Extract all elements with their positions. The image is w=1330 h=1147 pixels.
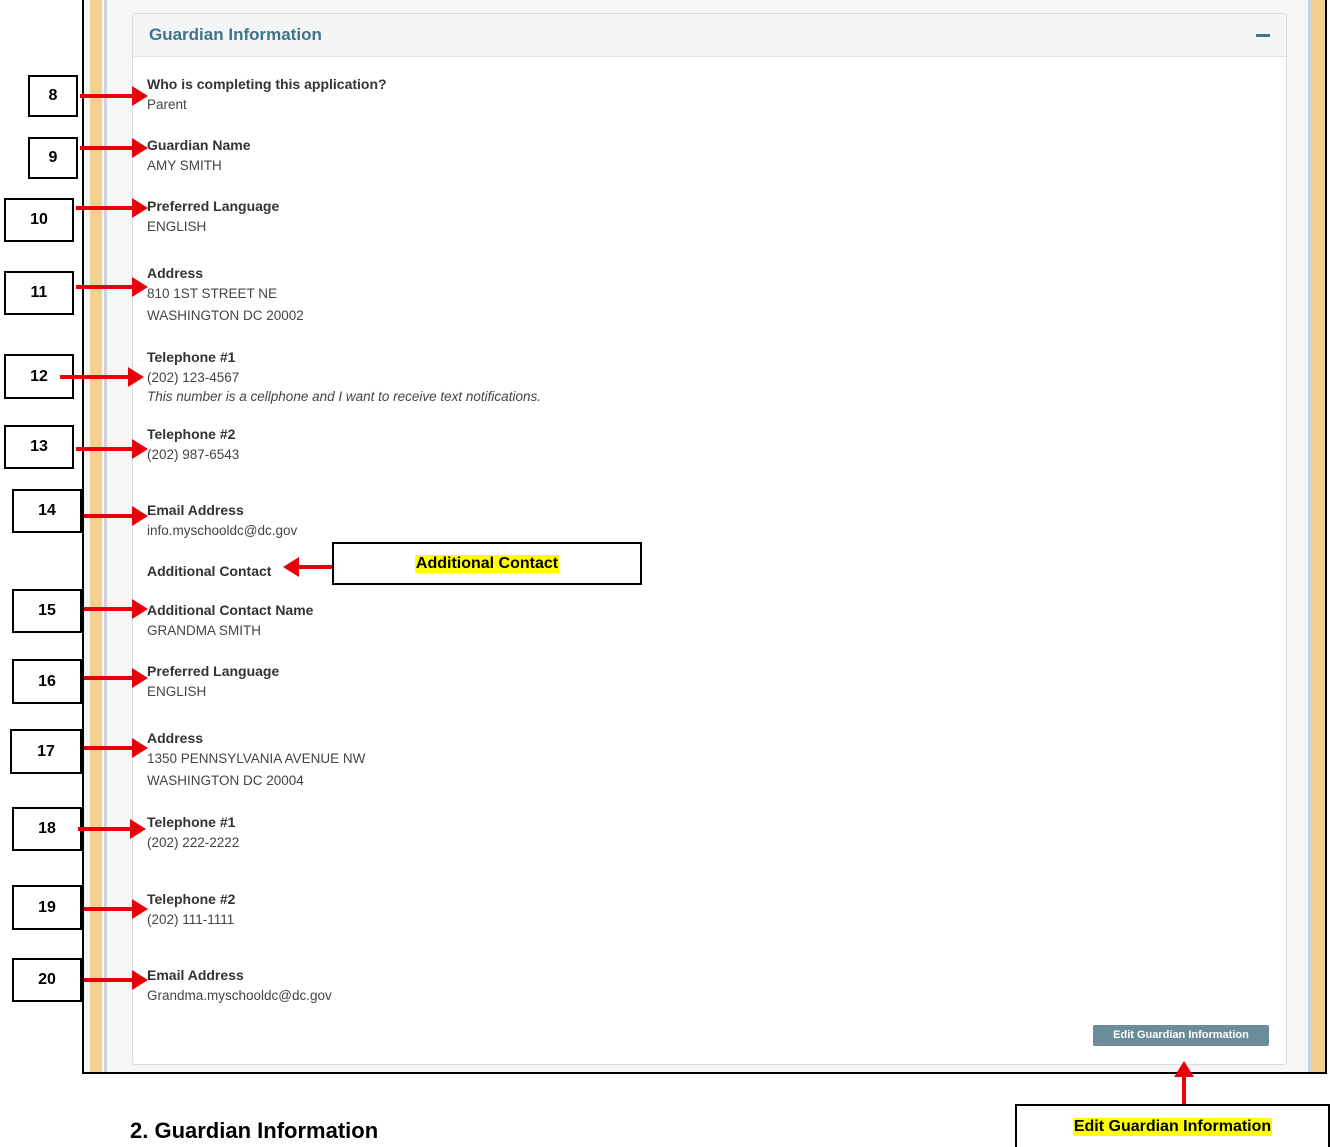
red-arrow-icon [80, 138, 148, 158]
callout-number: 19 [12, 885, 82, 930]
callout-number: 13 [4, 425, 74, 469]
callout-number: 11 [4, 271, 74, 315]
panel-header[interactable]: Guardian Information [133, 14, 1286, 57]
callout-number: 17 [10, 729, 82, 774]
text-notification-note: This number is a cellphone and I want to… [147, 389, 541, 404]
red-arrow-up-icon [1174, 1061, 1194, 1105]
field-value: 1350 PENNSYLVANIA AVENUE NW [147, 751, 366, 766]
field-guardian-name: Guardian Name AMY SMITH [147, 135, 250, 177]
callout-number: 18 [12, 807, 82, 851]
field-telephone-1-additional: Telephone #1 (202) 222-2222 [147, 812, 239, 854]
red-arrow-icon [84, 738, 148, 758]
callout-number: 14 [12, 489, 82, 533]
red-arrow-icon [76, 439, 148, 459]
red-arrow-icon [80, 86, 148, 106]
field-completing-person: Who is completing this application? Pare… [147, 74, 387, 116]
field-preferred-language-2: Preferred Language ENGLISH [147, 661, 279, 703]
red-arrow-icon [76, 277, 148, 297]
field-value: (202) 222-2222 [147, 835, 240, 850]
red-arrow-icon [84, 899, 148, 919]
minus-icon[interactable] [1256, 27, 1270, 43]
field-label: Telephone #2 [147, 426, 236, 442]
field-value: (202) 111-1111 [147, 912, 235, 927]
field-preferred-language: Preferred Language ENGLISH [147, 196, 279, 238]
field-value: WASHINGTON DC 20002 [147, 308, 304, 323]
field-email: Email Address info.myschooldc@dc.gov [147, 500, 297, 542]
field-label: Preferred Language [147, 198, 280, 214]
field-address-2: Address 1350 PENNSYLVANIA AVENUE NW WASH… [147, 728, 365, 792]
field-value: AMY SMITH [147, 158, 222, 173]
field-label: Email Address [147, 502, 244, 518]
additional-contact-heading: Additional Contact [147, 561, 271, 581]
guardian-information-panel: Guardian Information [132, 13, 1287, 1065]
field-telephone-2-additional: Telephone #2 (202) 111-1111 [147, 889, 235, 931]
callout-number: 10 [4, 198, 74, 242]
field-address: Address 810 1ST STREET NE WASHINGTON DC … [147, 263, 304, 327]
field-telephone-2: Telephone #2 (202) 987-6543 [147, 424, 239, 466]
field-value: ENGLISH [147, 219, 207, 234]
red-arrow-icon [84, 599, 148, 619]
callout-label: Additional Contact [414, 554, 560, 573]
edit-guardian-callout: Edit Guardian Information [1015, 1104, 1330, 1147]
field-label: Email Address [147, 967, 244, 983]
field-value: Parent [147, 97, 187, 112]
red-arrow-icon [78, 819, 146, 839]
field-telephone-1: Telephone #1 (202) 123-4567 This number … [147, 347, 541, 405]
panel-title: Guardian Information [149, 25, 322, 44]
red-arrow-icon [84, 506, 148, 526]
field-label: Additional Contact Name [147, 602, 314, 618]
section-heading: 2. Guardian Information [130, 1118, 379, 1143]
field-value: (202) 987-6543 [147, 447, 240, 462]
field-label: Who is completing this application? [147, 76, 387, 92]
field-label: Telephone #1 [147, 814, 236, 830]
right-border-stripe [1311, 0, 1325, 1072]
field-label: Telephone #2 [147, 891, 236, 907]
field-value: WASHINGTON DC 20004 [147, 773, 304, 788]
field-label: Address [147, 730, 204, 746]
field-value: 810 1ST STREET NE [147, 286, 278, 301]
field-label: Preferred Language [147, 663, 280, 679]
additional-contact-callout: Additional Contact [332, 542, 642, 585]
callout-number: 20 [12, 958, 82, 1002]
red-arrow-left-icon [283, 557, 337, 577]
field-value: GRANDMA SMITH [147, 623, 262, 638]
red-arrow-icon [60, 367, 144, 387]
field-value: (202) 123-4567 [147, 370, 240, 385]
field-label: Guardian Name [147, 137, 251, 153]
callout-number: 16 [12, 659, 82, 704]
field-email-additional: Email Address Grandma.myschooldc@dc.gov [147, 965, 332, 1007]
callout-number: 15 [12, 589, 82, 633]
field-label: Telephone #1 [147, 349, 236, 365]
callout-label: Edit Guardian Information [1072, 1117, 1273, 1136]
field-label: Address [147, 265, 204, 281]
section-heading: Additional Contact [147, 563, 272, 579]
field-value: info.myschooldc@dc.gov [147, 523, 298, 538]
field-additional-contact-name: Additional Contact Name GRANDMA SMITH [147, 600, 313, 642]
edit-guardian-information-button[interactable]: Edit Guardian Information [1093, 1025, 1269, 1046]
field-value: Grandma.myschooldc@dc.gov [147, 988, 332, 1003]
field-value: ENGLISH [147, 684, 207, 699]
red-arrow-icon [84, 970, 148, 990]
callout-number: 8 [28, 75, 78, 117]
callout-number: 9 [28, 137, 78, 179]
red-arrow-icon [76, 198, 148, 218]
red-arrow-icon [84, 668, 148, 688]
